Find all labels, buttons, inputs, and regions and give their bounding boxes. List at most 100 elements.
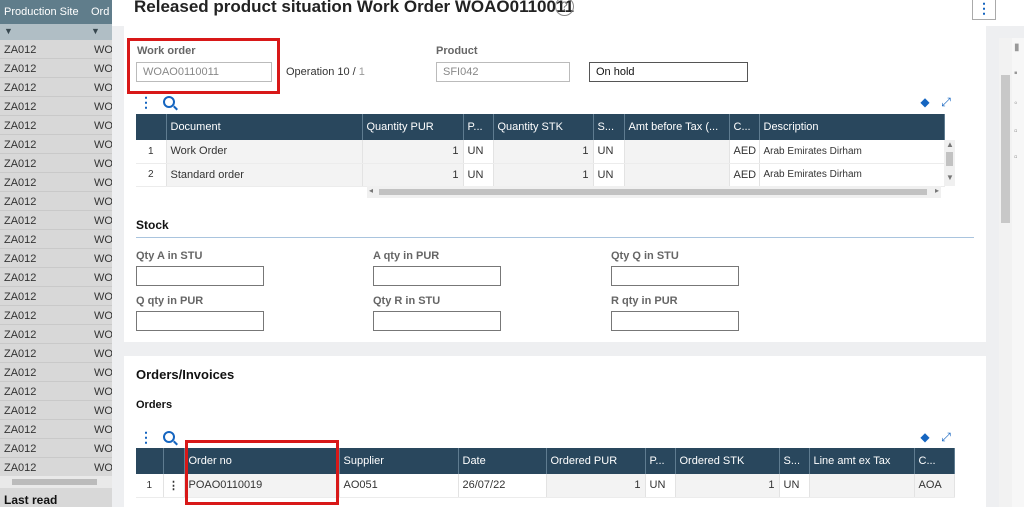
edge-icon[interactable]: ▮ xyxy=(1014,42,1020,53)
supplier-column-header[interactable]: Supplier xyxy=(339,448,459,474)
ordered-pur-cell[interactable]: 1 xyxy=(546,474,646,498)
background-row[interactable]: ZA012 WO xyxy=(0,458,113,477)
a-qty-in-pur-field[interactable] xyxy=(373,266,501,286)
pur-unit-column-header[interactable]: P... xyxy=(463,114,494,140)
grid-menu-icon[interactable]: ⋮ xyxy=(139,430,153,444)
edge-icon[interactable]: ▪ xyxy=(1014,68,1018,79)
background-row[interactable]: ZA012 WO xyxy=(0,59,113,78)
order-no-column-header[interactable]: Order no xyxy=(184,448,340,474)
layers-icon[interactable]: ◆ xyxy=(918,430,932,444)
ordered-stk-cell[interactable]: 1 xyxy=(675,474,780,498)
document-cell[interactable]: Standard order xyxy=(166,163,363,187)
date-column-header[interactable]: Date xyxy=(458,448,547,474)
quantity-stk-column-header[interactable]: Quantity STK xyxy=(493,114,594,140)
background-row[interactable]: ZA012 WO xyxy=(0,401,113,420)
description-column-header[interactable]: Description xyxy=(759,114,945,140)
filter-icon[interactable]: ▼ xyxy=(4,26,13,36)
stk-unit-cell[interactable]: UN xyxy=(593,163,625,187)
search-icon[interactable] xyxy=(163,431,175,443)
production-site-column-header[interactable]: Production Site xyxy=(4,6,79,18)
order-no-cell[interactable]: POAO0110019 xyxy=(184,474,340,498)
background-row[interactable]: ZA012 WO xyxy=(0,97,113,116)
quantity-pur-cell[interactable]: 1 xyxy=(362,163,464,187)
r-qty-in-pur-field[interactable] xyxy=(611,311,739,331)
status-field[interactable]: On hold xyxy=(589,62,748,82)
stk-unit-column-header[interactable]: S... xyxy=(593,114,625,140)
background-row[interactable]: ZA012 WO xyxy=(0,192,113,211)
pur-unit-cell[interactable]: UN xyxy=(463,140,494,164)
stk-unit-cell[interactable]: UN xyxy=(779,474,810,498)
row-menu-icon[interactable]: ⋮ xyxy=(163,474,185,498)
dialog-vertical-scrollbar[interactable] xyxy=(999,38,1012,507)
background-row[interactable]: ZA012 WO xyxy=(0,230,113,249)
qty-a-in-stu-field[interactable] xyxy=(136,266,264,286)
document-cell[interactable]: Work Order xyxy=(166,140,363,164)
background-scrollbar[interactable] xyxy=(0,476,112,488)
currency-cell[interactable]: AOA xyxy=(914,474,955,498)
grid-menu-icon[interactable]: ⋮ xyxy=(139,95,153,109)
expand-icon[interactable]: ⤢ xyxy=(939,430,953,444)
filter-icon[interactable]: ▼ xyxy=(91,26,100,36)
row-number-cell[interactable]: 1 xyxy=(136,140,167,164)
pur-unit-cell[interactable]: UN xyxy=(645,474,676,498)
pur-unit-cell[interactable]: UN xyxy=(463,163,494,187)
documents-grid-row[interactable]: 1 Work Order 1 UN 1 UN AED Arab Emirates Dirham xyxy=(136,140,945,164)
currency-column-header[interactable]: C... xyxy=(729,114,760,140)
background-row[interactable]: ZA012 WO xyxy=(0,249,113,268)
date-cell[interactable]: 26/07/22 xyxy=(458,474,547,498)
row-number-cell[interactable]: 2 xyxy=(136,163,167,187)
background-row[interactable]: ZA012 WO xyxy=(0,306,113,325)
background-row[interactable]: ZA012 WO xyxy=(0,116,113,135)
background-row[interactable]: ZA012 WO xyxy=(0,40,113,59)
amount-before-tax-cell[interactable] xyxy=(624,163,730,187)
more-vert-icon[interactable]: ⋮ xyxy=(972,0,996,20)
orders-grid-row[interactable]: 1 ⋮ POAO0110019 AO051 26/07/22 1 UN 1 UN AOA xyxy=(136,474,955,498)
expand-icon[interactable]: ⤢ xyxy=(939,95,953,109)
currency-cell[interactable]: AED xyxy=(729,163,760,187)
description-cell[interactable]: Arab Emirates Dirham xyxy=(759,140,945,164)
document-column-header[interactable]: Document xyxy=(166,114,363,140)
background-row[interactable]: ZA012 WO xyxy=(0,135,113,154)
background-row[interactable]: ZA012 WO xyxy=(0,439,113,458)
qty-q-in-stu-field[interactable] xyxy=(611,266,739,286)
quantity-stk-cell[interactable]: 1 xyxy=(493,140,594,164)
edge-icon[interactable]: ◦ xyxy=(1014,98,1018,109)
amount-before-tax-cell[interactable] xyxy=(624,140,730,164)
pur-unit-column-header[interactable]: P... xyxy=(645,448,676,474)
background-row[interactable]: ZA012 WO xyxy=(0,211,113,230)
order-column-header[interactable]: Ord xyxy=(91,6,109,18)
stk-unit-column-header[interactable]: S... xyxy=(779,448,810,474)
line-amount-ex-tax-column-header[interactable]: Line amt ex Tax xyxy=(809,448,915,474)
background-row[interactable]: ZA012 WO xyxy=(0,382,113,401)
q-qty-in-pur-field[interactable] xyxy=(136,311,264,331)
background-row[interactable]: ZA012 WO xyxy=(0,268,113,287)
background-row[interactable]: ZA012 WO xyxy=(0,154,113,173)
background-row[interactable]: ZA012 WO xyxy=(0,363,113,382)
documents-grid-row[interactable]: 2 Standard order 1 UN 1 UN AED Arab Emirates Di… xyxy=(136,163,945,187)
search-icon[interactable] xyxy=(163,96,175,108)
ordered-stk-column-header[interactable]: Ordered STK xyxy=(675,448,780,474)
amount-before-tax-column-header[interactable]: Amt before Tax (... xyxy=(624,114,730,140)
description-cell[interactable]: Arab Emirates Dirham xyxy=(759,163,945,187)
background-row[interactable]: ZA012 WO xyxy=(0,173,113,192)
edge-icon[interactable]: ▫ xyxy=(1014,152,1018,163)
work-order-field[interactable]: WOAO0110011 xyxy=(136,62,272,82)
background-row[interactable]: ZA012 WO xyxy=(0,344,113,363)
currency-column-header[interactable]: C... xyxy=(914,448,955,474)
currency-cell[interactable]: AED xyxy=(729,140,760,164)
documents-grid-horizontal-scrollbar[interactable]: ◂ ▸ xyxy=(367,186,941,198)
quantity-stk-cell[interactable]: 1 xyxy=(493,163,594,187)
layers-icon[interactable]: ◆ xyxy=(918,95,932,109)
stk-unit-cell[interactable]: UN xyxy=(593,140,625,164)
background-row[interactable]: ZA012 WO xyxy=(0,78,113,97)
background-row[interactable]: ZA012 WO xyxy=(0,287,113,306)
supplier-cell[interactable]: AO051 xyxy=(339,474,459,498)
background-row[interactable]: ZA012 WO xyxy=(0,325,113,344)
quantity-pur-cell[interactable]: 1 xyxy=(362,140,464,164)
documents-grid-vertical-scrollbar[interactable]: ▲ ▼ xyxy=(944,140,955,186)
row-number-cell[interactable]: 1 xyxy=(136,474,164,498)
qty-r-in-stu-field[interactable] xyxy=(373,311,501,331)
quantity-pur-column-header[interactable]: Quantity PUR xyxy=(362,114,464,140)
line-amount-ex-tax-cell[interactable] xyxy=(809,474,915,498)
edge-icon[interactable]: ▫ xyxy=(1014,126,1018,137)
